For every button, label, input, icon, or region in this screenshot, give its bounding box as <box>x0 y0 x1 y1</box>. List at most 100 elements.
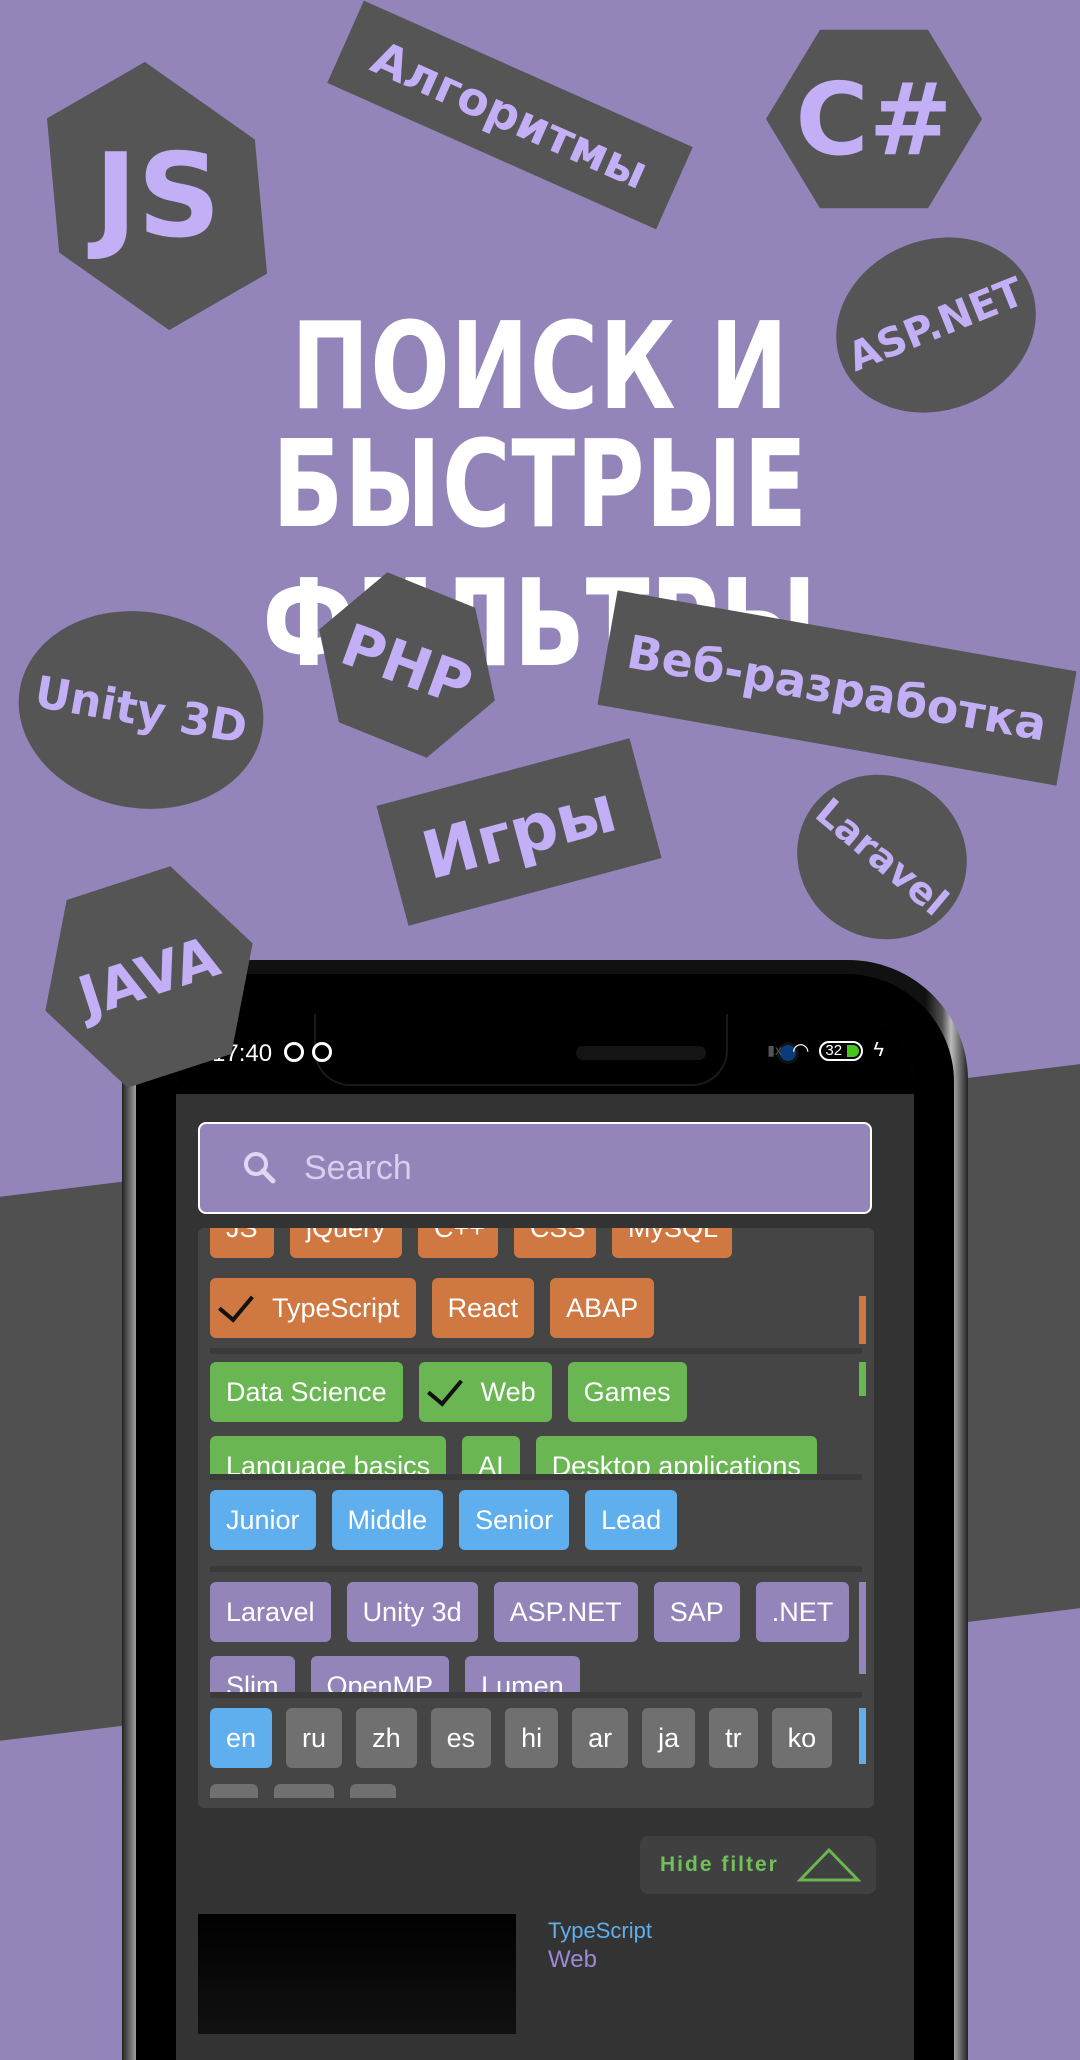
badge-label: Алгоритмы <box>363 30 657 200</box>
filter-chip[interactable]: C++ <box>418 1228 498 1258</box>
chip-label: zh <box>372 1722 401 1753</box>
locale-chip[interactable] <box>274 1784 334 1798</box>
chip-label: Language basics <box>226 1450 431 1475</box>
filter-chip[interactable]: jQuery <box>290 1228 402 1258</box>
locale-chip-ar[interactable]: ar <box>572 1708 629 1768</box>
badge-algorithms: Алгоритмы <box>327 0 693 230</box>
chip-label: C++ <box>434 1228 485 1244</box>
chip-label: React <box>447 1292 519 1323</box>
badge-label: Laravel <box>807 789 957 925</box>
badge-label: JAVA <box>70 923 228 1031</box>
filter-chip-unity3d[interactable]: Unity 3d <box>346 1582 478 1642</box>
filter-chip[interactable]: Slim <box>210 1656 295 1692</box>
badge-label: Unity 3D <box>31 666 251 754</box>
scrollbar-categories[interactable] <box>859 1362 866 1396</box>
filter-chip-middle[interactable]: Middle <box>331 1490 444 1550</box>
chip-label: CSS <box>530 1228 586 1244</box>
badge-csharp: C# <box>766 29 982 209</box>
search-icon <box>240 1148 280 1188</box>
filter-chip-aspnet[interactable]: ASP.NET <box>493 1582 638 1642</box>
chip-label: tr <box>725 1722 742 1753</box>
locale-chip-hi[interactable]: hi <box>505 1708 559 1768</box>
chip-label: es <box>446 1722 476 1753</box>
chip-label: ABAP <box>566 1292 639 1323</box>
search-input[interactable]: Search <box>198 1122 872 1214</box>
filter-chip-web[interactable]: Web <box>418 1362 552 1422</box>
result-tag-category: Web <box>548 1946 597 1973</box>
locale-chip-tr[interactable]: tr <box>709 1708 758 1768</box>
chip-label: Desktop applications <box>551 1450 801 1475</box>
filter-chip-abap[interactable]: ABAP <box>550 1278 655 1338</box>
filter-chip[interactable]: Lumen <box>465 1656 580 1692</box>
chip-label: Games <box>583 1376 671 1407</box>
filter-chip[interactable]: OpenMP <box>310 1656 450 1693</box>
locale-chip[interactable] <box>210 1784 258 1798</box>
locale-chip-ko[interactable]: ko <box>771 1708 833 1768</box>
filter-chip-games[interactable]: Games <box>567 1362 687 1422</box>
filter-chip-typescript[interactable]: TypeScript <box>210 1278 416 1338</box>
divider <box>210 1474 862 1480</box>
divider <box>210 1692 862 1698</box>
filter-chip-lead[interactable]: Lead <box>585 1490 678 1550</box>
filter-row-locales: en ru zh es hi ar ja tr ko <box>210 1708 862 1770</box>
badge-label: Веб-разработка <box>623 624 1051 752</box>
hide-filter-button[interactable]: Hide filter <box>640 1836 876 1894</box>
locale-chip-es[interactable]: es <box>430 1708 492 1768</box>
status-bar: 17:40 ▮x ◠ 32 ϟ <box>176 1014 914 1094</box>
filter-chip[interactable]: CSS <box>514 1228 596 1258</box>
filter-chip-data-science[interactable]: Data Science <box>210 1362 403 1422</box>
filter-chip-sap[interactable]: SAP <box>653 1582 740 1642</box>
chip-label: Slim <box>226 1670 279 1693</box>
scrollbar-languages[interactable] <box>859 1296 866 1344</box>
badge-label: Игры <box>414 769 624 895</box>
hide-filter-label: Hide filter <box>660 1853 779 1876</box>
filter-row-locales-partial <box>210 1784 862 1798</box>
locale-chip-zh[interactable]: zh <box>356 1708 417 1768</box>
check-icon <box>426 1369 463 1407</box>
chip-label: Unity 3d <box>362 1596 462 1627</box>
chip-label: JS <box>226 1228 258 1244</box>
filter-row-categories-partial: Language basics AI Desktop applications <box>210 1436 862 1474</box>
charging-icon: ϟ <box>873 1039 884 1061</box>
locale-chip-en[interactable]: en <box>210 1708 273 1768</box>
filter-chip[interactable]: Language basics <box>210 1436 447 1475</box>
filter-chip[interactable]: AI <box>462 1436 520 1474</box>
filter-chip[interactable]: MySQL <box>612 1228 732 1258</box>
filter-row-frameworks: Laravel Unity 3d ASP.NET SAP .NET <box>210 1582 862 1644</box>
filter-panel: JS jQuery C++ CSS MySQL TypeScript React… <box>198 1228 874 1808</box>
chip-label: MySQL <box>628 1228 718 1244</box>
chip-label: ja <box>658 1722 680 1753</box>
divider <box>210 1566 862 1572</box>
filter-chip[interactable]: Desktop applications <box>535 1436 817 1475</box>
filter-chip-dotnet[interactable]: .NET <box>755 1582 850 1642</box>
badge-label: PHP <box>332 610 482 720</box>
chip-label: ru <box>302 1722 327 1753</box>
filter-chip-senior[interactable]: Senior <box>459 1490 570 1550</box>
filter-row-languages-partial: JS jQuery C++ CSS MySQL <box>210 1228 862 1266</box>
filter-chip-junior[interactable]: Junior <box>210 1490 316 1550</box>
filter-row-categories: Data Science Web Games <box>210 1362 862 1424</box>
notch <box>316 1014 796 1084</box>
badge-games: Игры <box>376 738 662 926</box>
triangle-up-icon <box>796 1847 861 1882</box>
chip-label: OpenMP <box>326 1670 434 1693</box>
result-tag-language: TypeScript <box>548 1918 652 1943</box>
signal-icon: ▮x <box>767 1042 782 1058</box>
locale-chip-ru[interactable]: ru <box>286 1708 343 1768</box>
badge-label: C# <box>795 60 953 178</box>
chip-label: Senior <box>475 1504 554 1535</box>
filter-chip-react[interactable]: React <box>431 1278 535 1338</box>
result-thumbnail[interactable] <box>198 1914 516 2034</box>
filter-chip-laravel[interactable]: Laravel <box>210 1582 331 1642</box>
locale-chip-ja[interactable]: ja <box>642 1708 696 1768</box>
chip-label: Lumen <box>481 1670 564 1693</box>
badge-label: JS <box>93 128 221 264</box>
filter-chip[interactable]: JS <box>210 1228 274 1258</box>
chip-label: Middle <box>347 1504 428 1535</box>
locale-chip[interactable] <box>350 1784 396 1798</box>
chip-label: AI <box>478 1450 504 1475</box>
scrollbar-locales[interactable] <box>859 1708 866 1764</box>
phone-frame: 17:40 ▮x ◠ 32 ϟ Search JS <box>122 960 968 2060</box>
chip-label: Data Science <box>226 1376 387 1407</box>
app-icon <box>312 1042 332 1062</box>
